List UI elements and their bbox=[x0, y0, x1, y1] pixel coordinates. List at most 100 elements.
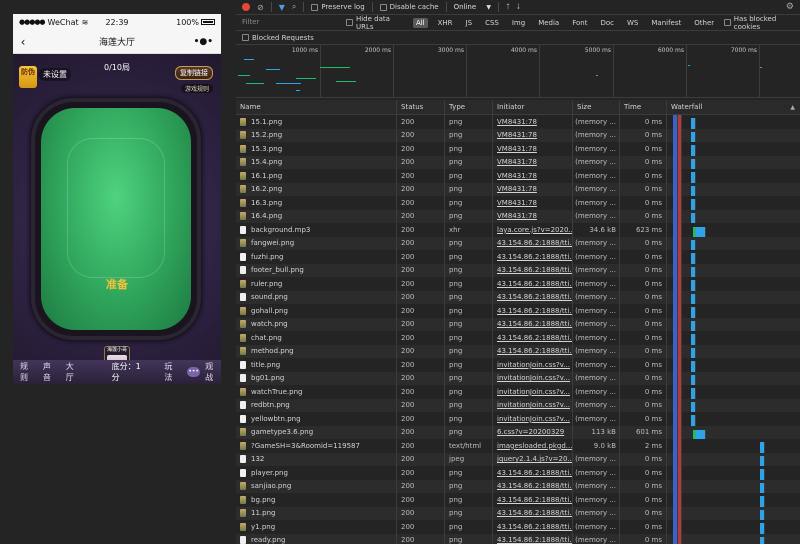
request-initiator-link[interactable]: 43.154.86.2:1888/tti... bbox=[497, 347, 572, 355]
request-initiator-link[interactable]: 43.154.86.2:1888/tti... bbox=[497, 266, 572, 274]
table-row[interactable]: yellowbtn.png 200 png invitationJoin.css?v.… bbox=[236, 412, 800, 426]
table-row[interactable]: 16.4.png 200 png VM8431:78 (memory ... 0 ms bbox=[236, 209, 800, 223]
copy-link-button[interactable]: 复制链接 bbox=[175, 66, 213, 80]
request-initiator-link[interactable]: 43.154.86.2:1888/tti... bbox=[497, 509, 572, 517]
blocked-requests-checkbox[interactable]: Blocked Requests bbox=[242, 34, 314, 42]
request-initiator-link[interactable]: 43.154.86.2:1888/tti... bbox=[497, 307, 572, 315]
filter-icon[interactable]: ▼ bbox=[279, 3, 285, 12]
chat-icon[interactable]: ••• bbox=[187, 367, 201, 377]
table-row[interactable]: bg01.png 200 png invitationJoin.css?v... (me… bbox=[236, 371, 800, 385]
type-filter-ws[interactable]: WS bbox=[624, 18, 641, 28]
table-row[interactable]: 15.2.png 200 png VM8431:78 (memory ... 0 ms bbox=[236, 128, 800, 142]
table-row[interactable]: gohall.png 200 png 43.154.86.2:1888/tti...(… bbox=[236, 304, 800, 318]
table-row[interactable]: player.png 200 png 43.154.86.2:1888/tti...(… bbox=[236, 466, 800, 480]
table-row[interactable]: redbtn.png 200 png invitationJoin.css?v...(… bbox=[236, 398, 800, 412]
request-initiator-link[interactable]: VM8431:78 bbox=[497, 131, 537, 139]
upload-icon[interactable]: ⭡ bbox=[506, 2, 510, 12]
request-initiator-link[interactable]: VM8431:78 bbox=[497, 158, 537, 166]
table-row[interactable]: 16.1.png 200 png VM8431:78 (memory ... 0 ms bbox=[236, 169, 800, 183]
table-row[interactable]: ready.png 200 png 43.154.86.2:1888/tti... (m… bbox=[236, 533, 800, 544]
table-row[interactable]: sound.png 200 png 43.154.86.2:1888/tti... (m… bbox=[236, 290, 800, 304]
type-filter-other[interactable]: Other bbox=[691, 18, 717, 28]
table-row[interactable]: ?GameSH=3&Roomid=119587 200 text/html image… bbox=[236, 439, 800, 453]
request-initiator-link[interactable]: 43.154.86.2:1888/tti... bbox=[497, 253, 572, 261]
column-header-size[interactable]: Size bbox=[573, 100, 620, 114]
request-initiator-link[interactable]: invitationJoin.css?v... bbox=[497, 361, 570, 369]
request-initiator-link[interactable]: 43.154.86.2:1888/tti... bbox=[497, 320, 572, 328]
preserve-log-checkbox[interactable]: Preserve log bbox=[311, 3, 365, 11]
table-row[interactable]: 16.3.png 200 png VM8431:78 (memory ... 0 ms bbox=[236, 196, 800, 210]
column-header-time[interactable]: Time bbox=[620, 100, 667, 114]
anti-cheat-badge[interactable]: 防伪 bbox=[19, 66, 37, 88]
column-header-type[interactable]: Type bbox=[445, 100, 493, 114]
disable-cache-checkbox[interactable]: Disable cache bbox=[379, 3, 439, 11]
request-initiator-link[interactable]: 43.154.86.2:1888/tti... bbox=[497, 536, 572, 544]
request-initiator-link[interactable]: 43.154.86.2:1888/tti... bbox=[497, 239, 572, 247]
request-initiator-link[interactable]: VM8431:78 bbox=[497, 199, 537, 207]
type-filter-manifest[interactable]: Manifest bbox=[648, 18, 684, 28]
type-filter-all[interactable]: All bbox=[412, 17, 428, 28]
table-row[interactable]: 16.2.png 200 png VM8431:78 (memory ... 0 ms bbox=[236, 182, 800, 196]
request-initiator-link[interactable]: 43.154.86.2:1888/tti... bbox=[497, 523, 572, 531]
watch-button[interactable]: 观战 bbox=[205, 361, 221, 383]
column-header-waterfall[interactable]: Waterfall ▲ bbox=[667, 100, 800, 114]
column-header-initiator[interactable]: Initiator bbox=[493, 100, 573, 114]
request-initiator-link[interactable]: laya.core.js?v=2020... bbox=[497, 226, 572, 234]
type-filter-css[interactable]: CSS bbox=[482, 18, 502, 28]
request-initiator-link[interactable]: 43.154.86.2:1888/tti... bbox=[497, 482, 572, 490]
table-row[interactable]: 11.png 200 png 43.154.86.2:1888/tti... (memo… bbox=[236, 506, 800, 520]
table-row[interactable]: background.mp3 200 xhr laya.core.js?v=2020.… bbox=[236, 223, 800, 237]
hall-button[interactable]: 大厅 bbox=[66, 361, 82, 383]
clear-icon[interactable]: ⊘ bbox=[257, 3, 264, 12]
type-filter-img[interactable]: Img bbox=[509, 18, 528, 28]
table-row[interactable]: 15.1.png 200 png VM8431:78 (memory ... 0 ms bbox=[236, 115, 800, 129]
request-initiator-link[interactable]: invitationJoin.css?v... bbox=[497, 374, 570, 382]
request-initiator-link[interactable]: VM8431:78 bbox=[497, 172, 537, 180]
request-initiator-link[interactable]: 43.154.86.2:1888/tti... bbox=[497, 293, 572, 301]
back-icon[interactable]: ‹ bbox=[13, 35, 33, 49]
table-row[interactable]: y1.png 200 png 43.154.86.2:1888/tti... (memo… bbox=[236, 520, 800, 534]
request-initiator-link[interactable]: invitationJoin.css?v... bbox=[497, 415, 570, 423]
table-row[interactable]: 15.3.png 200 png VM8431:78 (memory ... 0 ms bbox=[236, 142, 800, 156]
table-row[interactable]: gametype3.6.png 200 png 6.css?v=20200329 113… bbox=[236, 425, 800, 439]
request-initiator-link[interactable]: 43.154.86.2:1888/tti... bbox=[497, 334, 572, 342]
type-filter-media[interactable]: Media bbox=[535, 18, 562, 28]
search-icon[interactable]: ⌕ bbox=[292, 2, 296, 12]
type-filter-doc[interactable]: Doc bbox=[597, 18, 617, 28]
record-icon[interactable] bbox=[242, 3, 250, 11]
table-row[interactable]: watch.png 200 png 43.154.86.2:1888/tti... (m… bbox=[236, 317, 800, 331]
column-header-status[interactable]: Status bbox=[397, 100, 445, 114]
request-initiator-link[interactable]: invitationJoin.css?v... bbox=[497, 388, 570, 396]
request-initiator-link[interactable]: 43.154.86.2:1888/tti... bbox=[497, 469, 572, 477]
has-blocked-cookies-checkbox[interactable]: Has blocked cookies bbox=[724, 15, 800, 31]
table-row[interactable]: footer_bull.png 200 png 43.154.86.2:1888/tt… bbox=[236, 263, 800, 277]
request-initiator-link[interactable]: 43.154.86.2:1888/tti... bbox=[497, 496, 572, 504]
rules-button[interactable]: 规则 bbox=[20, 361, 36, 383]
column-header-name[interactable]: Name bbox=[236, 100, 397, 114]
throttling-select[interactable]: Online ▼ bbox=[454, 3, 491, 11]
table-row[interactable]: 15.4.png 200 png VM8431:78 (memory ... 0 ms bbox=[236, 155, 800, 169]
table-row[interactable]: fuzhi.png 200 png 43.154.86.2:1888/tti... (m… bbox=[236, 250, 800, 264]
table-row[interactable]: title.png 200 png invitationJoin.css?v... (m… bbox=[236, 358, 800, 372]
table-row[interactable]: 132 200 jpeg jquery2.1.4.js?v=20... (memory … bbox=[236, 452, 800, 466]
request-initiator-link[interactable]: imagesloaded.pkgd... bbox=[497, 442, 572, 450]
type-filter-xhr[interactable]: XHR bbox=[435, 18, 456, 28]
request-initiator-link[interactable]: VM8431:78 bbox=[497, 145, 537, 153]
table-row[interactable]: watchTrue.png 200 png invitationJoin.css?v.… bbox=[236, 385, 800, 399]
table-row[interactable]: method.png 200 png 43.154.86.2:1888/tti...(… bbox=[236, 344, 800, 358]
table-row[interactable]: fangwei.png 200 png 43.154.86.2:1888/tti...… bbox=[236, 236, 800, 250]
filter-input[interactable]: Filter bbox=[242, 17, 339, 28]
request-initiator-link[interactable]: 6.css?v=20200329 bbox=[497, 428, 564, 436]
request-initiator-link[interactable]: VM8431:78 bbox=[497, 118, 537, 126]
table-row[interactable]: ruler.png 200 png 43.154.86.2:1888/tti... (m… bbox=[236, 277, 800, 291]
table-row[interactable]: sanjiao.png 200 png 43.154.86.2:1888/tti...… bbox=[236, 479, 800, 493]
request-initiator-link[interactable]: VM8431:78 bbox=[497, 185, 537, 193]
request-initiator-link[interactable]: jquery2.1.4.js?v=20... bbox=[497, 455, 572, 463]
more-icon[interactable]: •●• bbox=[194, 37, 213, 47]
request-initiator-link[interactable]: VM8431:78 bbox=[497, 212, 537, 220]
gear-icon[interactable]: ⚙ bbox=[786, 2, 794, 12]
hide-data-urls-checkbox[interactable]: Hide data URLs bbox=[346, 15, 406, 31]
timeline-overview[interactable]: 1000 ms 2000 ms 3000 ms 4000 ms 5000 ms 6000 … bbox=[236, 45, 800, 98]
request-initiator-link[interactable]: invitationJoin.css?v... bbox=[497, 401, 570, 409]
type-filter-js[interactable]: JS bbox=[463, 18, 476, 28]
